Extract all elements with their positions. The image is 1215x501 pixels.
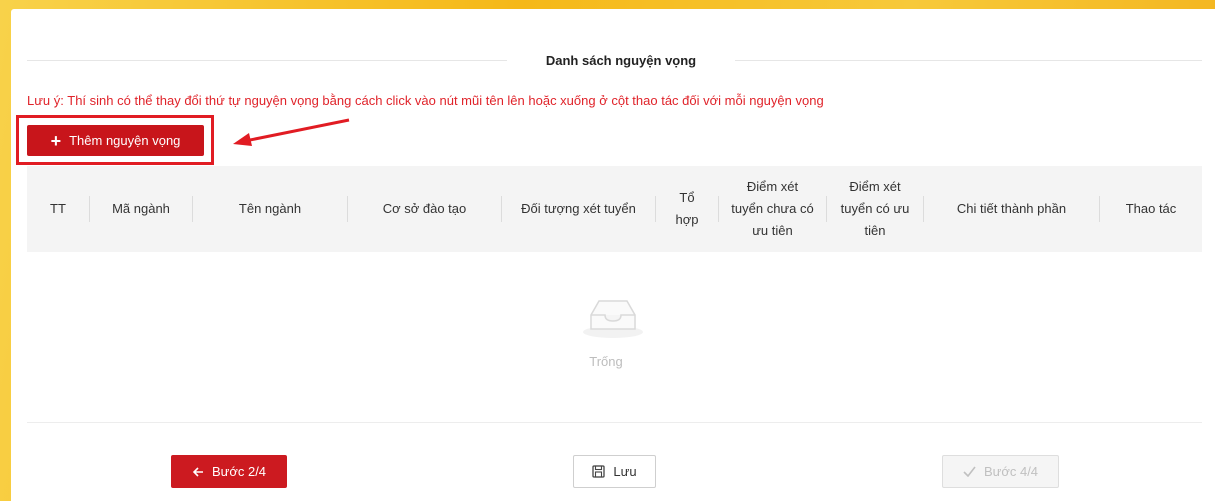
column-header-admission-target: Đối tượng xét tuyển <box>521 201 636 216</box>
save-icon <box>592 465 606 478</box>
save-button[interactable]: Lưu <box>573 455 656 488</box>
previous-step-label: Bước 2/4 <box>211 464 267 479</box>
column-header-score-priority: Điểm xét tuyển có ưu tiên <box>840 179 910 238</box>
table-header: TT Mã ngành Tên ngành Cơ sở đào tạo Đối … <box>27 166 1202 252</box>
column-header-score-no-priority: Điểm xét tuyển chưa có ưu tiên <box>731 179 814 238</box>
empty-inbox-icon <box>583 300 643 338</box>
plus-icon: + <box>50 130 62 151</box>
next-step-button[interactable]: Bước 4/4 <box>942 455 1059 488</box>
column-header-campus: Cơ sở đào tạo <box>382 201 467 216</box>
save-label: Lưu <box>613 464 637 479</box>
previous-step-button[interactable]: Bước 2/4 <box>171 455 287 488</box>
column-header-subject-combo: Tổ hợp <box>675 190 699 227</box>
section-divider-left <box>27 60 507 61</box>
column-header-component-details: Chi tiết thành phần <box>956 201 1067 216</box>
section-divider-right <box>735 60 1202 61</box>
empty-state-text: Trống <box>589 354 623 369</box>
wishlist-panel: Danh sách nguyện vọng Lưu ý: Thí sinh có… <box>11 9 1215 501</box>
instruction-note: Lưu ý: Thí sinh có thể thay đổi thứ tự n… <box>27 93 824 108</box>
add-wish-button[interactable]: + Thêm nguyện vọng <box>27 125 204 156</box>
check-icon <box>963 466 976 477</box>
footer-divider <box>27 422 1202 423</box>
column-header-major-name: Tên ngành <box>238 201 302 216</box>
section-title: Danh sách nguyện vọng <box>516 53 726 68</box>
annotation-arrow-icon <box>233 118 350 146</box>
column-header-major-code: Mã ngành <box>112 201 170 216</box>
column-header-tt: TT <box>50 201 66 216</box>
add-wish-label: Thêm nguyện vọng <box>69 133 181 148</box>
column-header-actions: Thao tác <box>1125 201 1177 216</box>
arrow-left-icon <box>192 466 204 478</box>
next-step-label: Bước 4/4 <box>983 464 1039 479</box>
